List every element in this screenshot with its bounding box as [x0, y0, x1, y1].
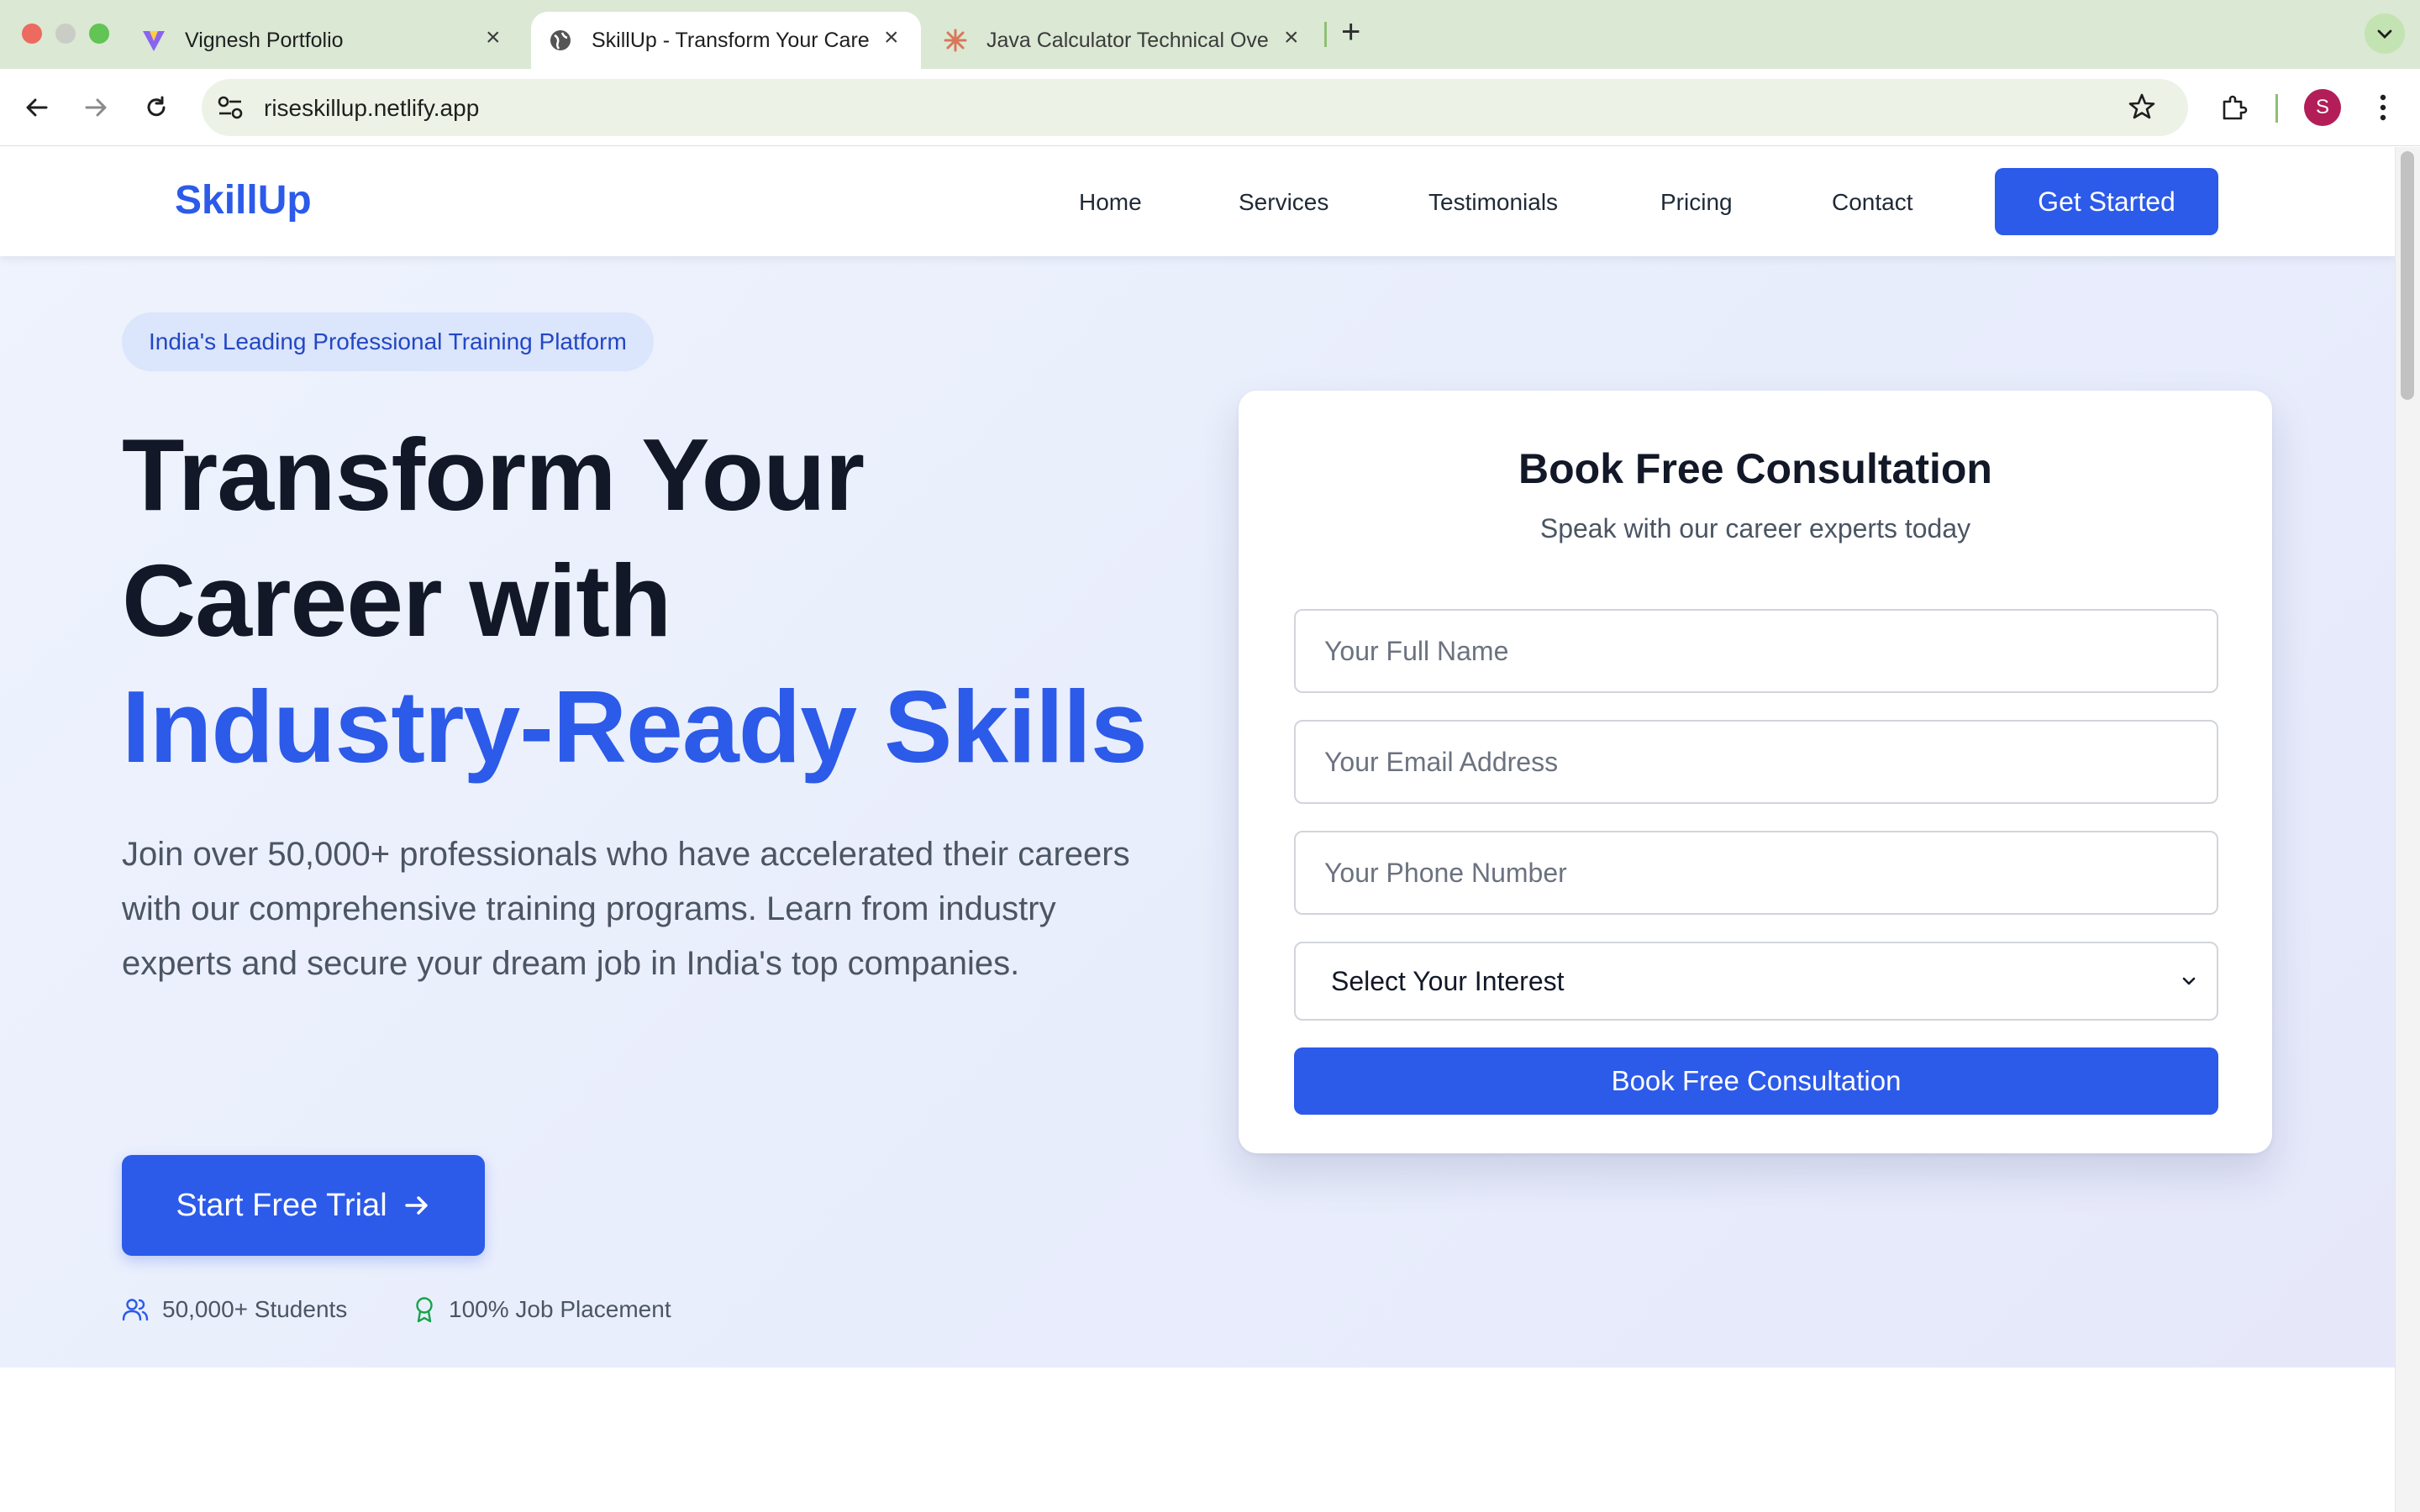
start-free-trial-button[interactable]: Start Free Trial: [122, 1155, 485, 1256]
email-input[interactable]: [1294, 720, 2218, 804]
nav-link-home[interactable]: Home: [1079, 189, 1142, 216]
site-settings-icon[interactable]: [217, 95, 244, 124]
globe-icon: [548, 28, 573, 53]
browser-menu-button[interactable]: [2365, 89, 2402, 126]
scrollbar-thumb[interactable]: [2401, 151, 2414, 400]
extensions-button[interactable]: [2215, 89, 2252, 126]
maximize-window-button[interactable]: [89, 24, 109, 44]
browser-toolbar: riseskillup.netlify.app S: [0, 69, 2420, 146]
hero-headline-line2: Career with: [122, 543, 671, 658]
tab-java-calculator[interactable]: Java Calculator Technical Ove ×: [939, 12, 1319, 69]
phone-input[interactable]: [1294, 831, 2218, 915]
tab-title: SkillUp - Transform Your Care: [592, 28, 870, 52]
address-bar[interactable]: riseskillup.netlify.app: [202, 79, 2188, 136]
start-free-trial-label: Start Free Trial: [176, 1187, 387, 1223]
tab-title: Vignesh Portfolio: [185, 28, 344, 52]
back-button[interactable]: [18, 89, 55, 126]
hero-description: Join over 50,000+ professionals who have…: [122, 836, 1130, 982]
full-name-input[interactable]: [1294, 609, 2218, 693]
stat-students: 50,000+ Students: [122, 1296, 347, 1323]
close-window-button[interactable]: [22, 24, 42, 44]
site-navbar: SkillUp Home Services Testimonials Prici…: [0, 147, 2395, 256]
tab-skillup[interactable]: SkillUp - Transform Your Care ×: [531, 12, 921, 69]
stat-placement-text: 100% Job Placement: [449, 1296, 671, 1322]
interest-select-value: Select Your Interest: [1331, 965, 1565, 996]
form-title: Book Free Consultation: [1518, 445, 1992, 492]
url-text: riseskillup.netlify.app: [264, 95, 480, 121]
consultation-form-card: Book Free Consultation Speak with our ca…: [1239, 391, 2272, 1153]
chevron-down-icon: [2182, 977, 2196, 985]
hero-badge: India's Leading Professional Training Pl…: [122, 312, 654, 371]
hero-headline-line1: Transform Your: [122, 417, 865, 532]
claude-burst-icon: [943, 28, 968, 53]
close-tab-icon[interactable]: ×: [884, 24, 899, 52]
tab-separator: [1324, 22, 1327, 47]
bookmark-star-icon[interactable]: [2128, 92, 2156, 125]
vite-logo-icon: [141, 28, 166, 53]
book-consultation-button[interactable]: Book Free Consultation: [1294, 1047, 2218, 1115]
minimize-window-button[interactable]: [55, 24, 76, 44]
chevron-down-icon: [2377, 29, 2392, 39]
web-page: SkillUp Home Services Testimonials Prici…: [0, 147, 2395, 1512]
users-icon: [122, 1299, 149, 1321]
nav-link-contact[interactable]: Contact: [1832, 189, 1913, 216]
get-started-button[interactable]: Get Started: [1995, 168, 2218, 235]
tab-vignesh-portfolio[interactable]: Vignesh Portfolio ×: [141, 12, 511, 69]
tab-search-button[interactable]: [2365, 13, 2405, 54]
reload-button[interactable]: [138, 89, 175, 126]
arrow-right-icon: [85, 98, 107, 117]
new-tab-button[interactable]: +: [1341, 13, 1360, 51]
hero-section: India's Leading Professional Training Pl…: [0, 256, 2395, 1368]
close-tab-icon[interactable]: ×: [1284, 24, 1299, 52]
profile-avatar[interactable]: S: [2304, 89, 2341, 126]
arrow-right-icon: [404, 1196, 428, 1215]
toolbar-separator: [2275, 94, 2278, 123]
reload-icon: [147, 96, 166, 117]
site-logo[interactable]: SkillUp: [175, 177, 312, 223]
form-subtitle: Speak with our career experts today: [1539, 513, 1971, 543]
browser-tab-strip: Vignesh Portfolio × SkillUp - Transform …: [0, 0, 2420, 69]
hero-headline-highlight: Industry-Ready Skills: [122, 669, 1148, 784]
puzzle-icon: [2223, 95, 2248, 120]
close-tab-icon[interactable]: ×: [486, 24, 501, 52]
award-icon: [416, 1297, 433, 1323]
stat-students-text: 50,000+ Students: [162, 1296, 348, 1322]
nav-link-pricing[interactable]: Pricing: [1660, 189, 1733, 216]
interest-select[interactable]: Select Your Interest: [1294, 942, 2218, 1021]
kebab-menu-icon: [2380, 94, 2386, 121]
tab-title: Java Calculator Technical Ove: [986, 28, 1269, 52]
nav-link-testimonials[interactable]: Testimonials: [1428, 189, 1558, 216]
nav-link-services[interactable]: Services: [1239, 189, 1328, 216]
stat-placement: 100% Job Placement: [413, 1296, 671, 1323]
forward-button[interactable]: [77, 89, 114, 126]
arrow-left-icon: [26, 98, 48, 117]
